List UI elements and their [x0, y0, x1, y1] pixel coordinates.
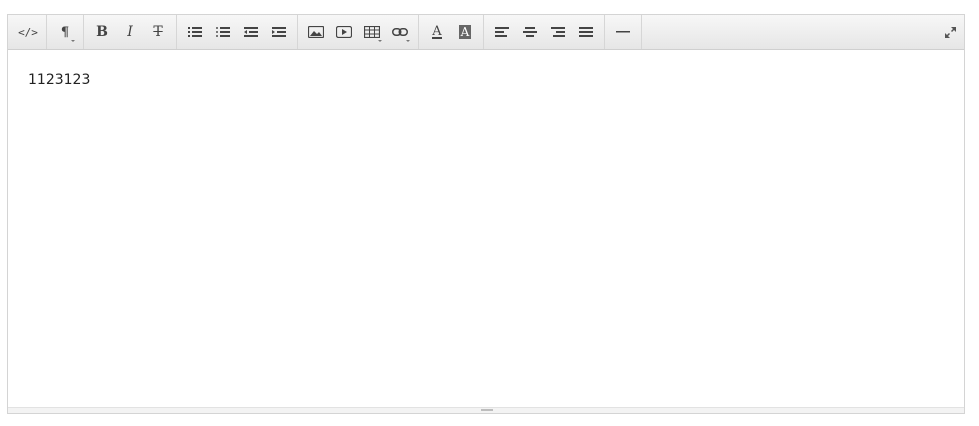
editor-content[interactable]: 1123123 [8, 50, 964, 407]
code-icon: </> [18, 25, 38, 39]
strikethrough-icon: T [153, 24, 163, 40]
paragraph-icon: ¶ [60, 24, 70, 40]
horizontal-rule-button[interactable] [609, 19, 637, 45]
strikethrough-button[interactable]: T [144, 19, 172, 45]
background-color-icon: A [458, 25, 472, 39]
align-justify-button[interactable] [572, 19, 600, 45]
align-right-button[interactable] [544, 19, 572, 45]
editor-paragraph: 1123123 [28, 72, 91, 88]
rich-text-editor: </> ¶ B I T A A 1123123 [7, 14, 965, 414]
insert-video-button[interactable] [330, 19, 358, 45]
outdent-button[interactable] [237, 19, 265, 45]
chevron-down-icon [378, 40, 382, 42]
horizontal-rule-icon [616, 31, 630, 33]
background-color-button[interactable]: A [451, 19, 479, 45]
italic-icon: I [127, 24, 133, 40]
text-color-button[interactable]: A [423, 19, 451, 45]
align-right-icon [551, 27, 565, 37]
text-color-icon: A [432, 23, 442, 39]
align-left-icon [495, 27, 509, 37]
expand-icon [944, 26, 956, 38]
chevron-down-icon [71, 40, 75, 42]
editor-toolbar: </> ¶ B I T A A [8, 15, 964, 50]
numbered-list-icon [216, 27, 230, 37]
image-icon [308, 26, 324, 38]
html-view-button[interactable]: </> [14, 19, 42, 45]
insert-table-button[interactable] [358, 19, 386, 45]
toolbar-group-insert [298, 15, 419, 49]
toolbar-group-style: B I T [84, 15, 177, 49]
bullet-list-icon [188, 27, 202, 37]
resize-grip-icon[interactable] [481, 409, 493, 411]
numbered-list-button[interactable] [209, 19, 237, 45]
video-icon [336, 26, 352, 38]
toolbar-group-rule [605, 15, 642, 49]
link-icon [392, 28, 408, 36]
align-center-button[interactable] [516, 19, 544, 45]
toolbar-group-align [484, 15, 605, 49]
paragraph-format-button[interactable]: ¶ [51, 19, 79, 45]
insert-link-button[interactable] [386, 19, 414, 45]
outdent-icon [244, 27, 258, 37]
table-icon [364, 26, 380, 38]
toolbar-group-format: ¶ [47, 15, 84, 49]
align-center-icon [523, 27, 537, 37]
bold-button[interactable]: B [88, 19, 116, 45]
toolbar-group-lists [177, 15, 298, 49]
chevron-down-icon [406, 40, 410, 42]
toolbar-group-color: A A [419, 15, 484, 49]
insert-image-button[interactable] [302, 19, 330, 45]
align-justify-icon [579, 27, 593, 37]
indent-button[interactable] [265, 19, 293, 45]
bullet-list-button[interactable] [181, 19, 209, 45]
bold-icon: B [96, 24, 108, 40]
italic-button[interactable]: I [116, 19, 144, 45]
indent-icon [272, 27, 286, 37]
fullscreen-button[interactable] [942, 24, 958, 40]
resize-bar[interactable] [8, 407, 964, 413]
align-left-button[interactable] [488, 19, 516, 45]
toolbar-group-view: </> [10, 15, 47, 49]
